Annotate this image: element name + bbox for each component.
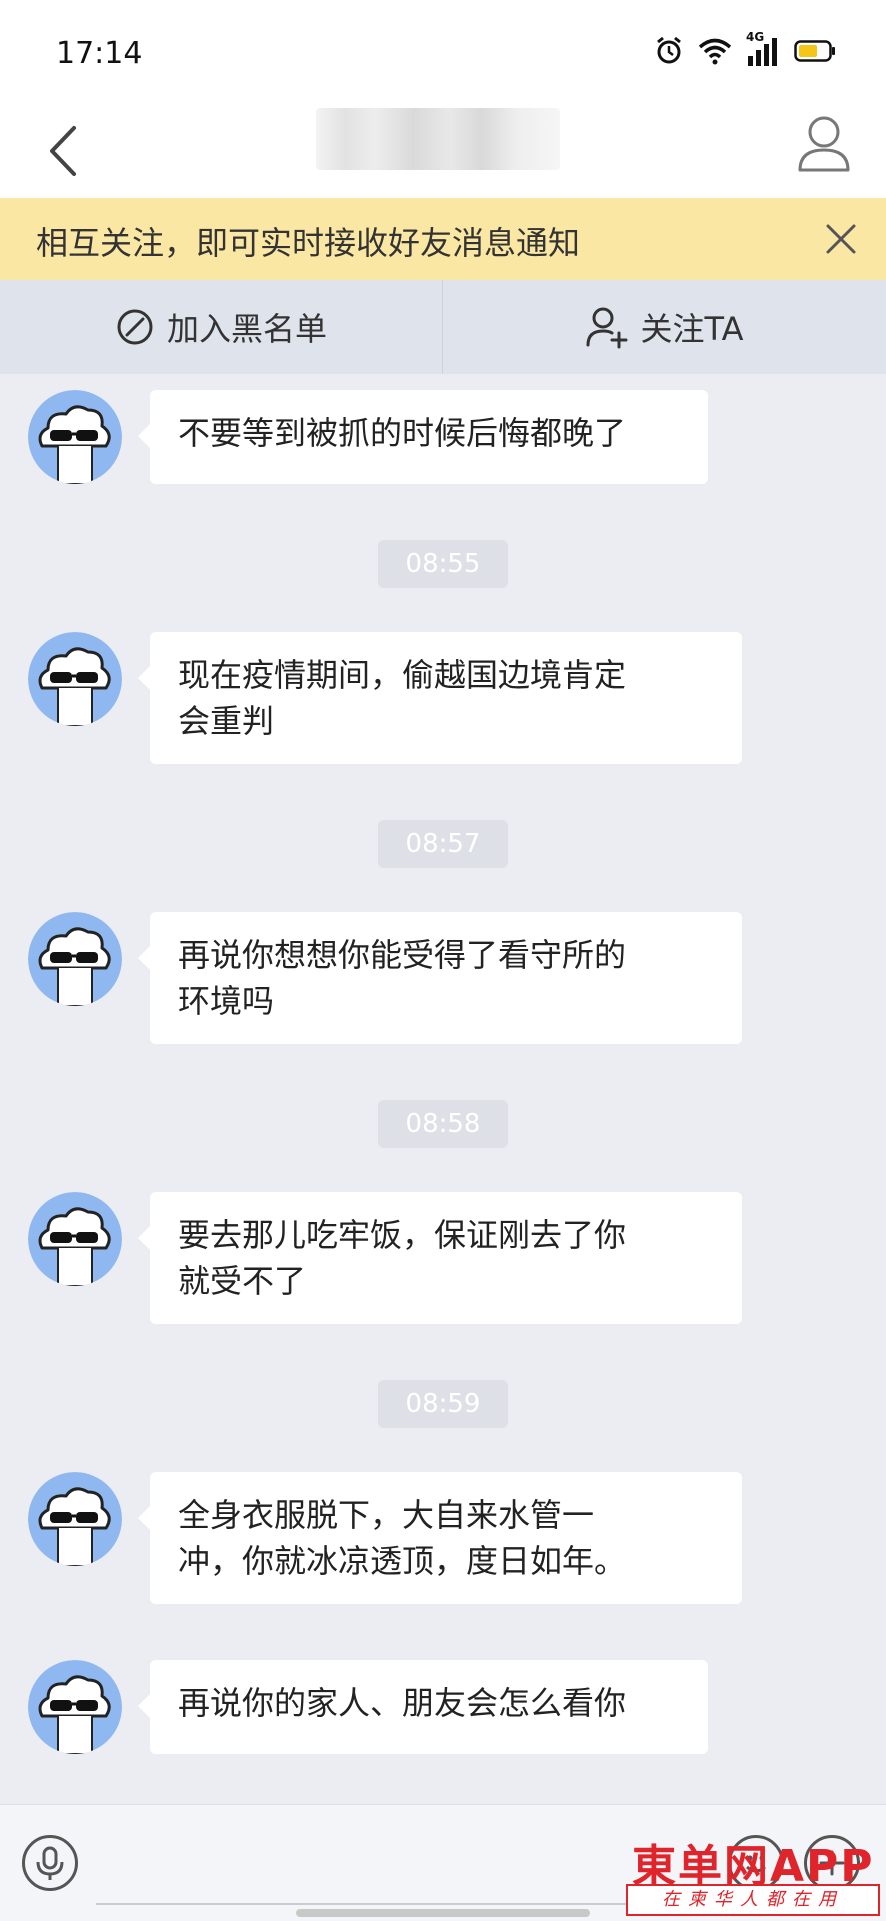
- status-time: 17:14: [56, 36, 143, 71]
- cloud-avatar-icon: [28, 1192, 122, 1286]
- voice-button[interactable]: [22, 1835, 78, 1891]
- timestamp-divider: 08:55: [378, 540, 508, 588]
- battery-icon: [794, 40, 835, 62]
- back-icon: [50, 126, 76, 176]
- cloud-avatar-icon: [28, 912, 122, 1006]
- wifi-icon: [698, 38, 732, 65]
- contact-avatar[interactable]: [28, 912, 122, 1006]
- cloud-avatar-icon: [28, 632, 122, 726]
- contact-avatar[interactable]: [28, 1660, 122, 1754]
- timestamp-divider: 08:57: [378, 820, 508, 868]
- alarm-icon: [657, 36, 681, 64]
- watermark-slogan: 在柬华人都在用: [626, 1884, 880, 1916]
- message-bubble[interactable]: 现在疫情期间，偷越国边境肯定 会重判: [138, 632, 742, 764]
- status-bar: 17:14 4G: [0, 0, 886, 106]
- message-input[interactable]: [96, 1827, 700, 1905]
- chat-header: [0, 106, 886, 198]
- cloud-avatar-icon: [28, 390, 122, 484]
- profile-icon: [798, 116, 850, 172]
- notice-text: 相互关注，即可实时接收好友消息通知: [36, 224, 581, 262]
- follow-label: 关注TA: [640, 310, 744, 348]
- voice-icon: [36, 1846, 64, 1880]
- contact-avatar[interactable]: [28, 632, 122, 726]
- cloud-avatar-icon: [28, 1660, 122, 1754]
- close-icon: [826, 224, 856, 254]
- message-bubble[interactable]: 全身衣服脱下，大自来水管一 冲，你就冰凉透顶，度日如年。: [138, 1472, 742, 1604]
- timestamp-divider: 08:59: [378, 1380, 508, 1428]
- profile-button[interactable]: [794, 110, 854, 176]
- message-bubble[interactable]: 不要等到被抓的时候后悔都晚了: [138, 390, 708, 484]
- watermark-logo: 東单网APP 在柬华人都在用: [626, 1830, 884, 1920]
- contact-name-blurred: [316, 108, 560, 170]
- block-icon: [117, 309, 153, 345]
- contact-actions: 加入黑名单 关注TA: [0, 280, 886, 374]
- blacklist-label: 加入黑名单: [166, 310, 327, 348]
- contact-avatar[interactable]: [28, 1472, 122, 1566]
- cloud-avatar-icon: [28, 1472, 122, 1566]
- home-indicator: [296, 1909, 590, 1917]
- notice-close-button[interactable]: [818, 216, 864, 262]
- add-to-blacklist-button[interactable]: 加入黑名单: [0, 280, 442, 374]
- status-icons: 4G: [654, 30, 836, 66]
- add-user-icon: [586, 307, 628, 349]
- signal-icon: [748, 38, 777, 66]
- message-bubble[interactable]: 再说你的家人、朋友会怎么看你: [138, 1660, 708, 1754]
- follow-button[interactable]: 关注TA: [443, 280, 885, 374]
- message-bubble[interactable]: 要去那儿吃牢饭，保证刚去了你 就受不了: [138, 1192, 742, 1324]
- contact-avatar[interactable]: [28, 390, 122, 484]
- contact-avatar[interactable]: [28, 1192, 122, 1286]
- timestamp-divider: 08:58: [378, 1100, 508, 1148]
- follow-notice-banner: 相互关注，即可实时接收好友消息通知: [0, 198, 886, 280]
- back-button[interactable]: [40, 116, 90, 186]
- message-bubble[interactable]: 再说你想想你能受得了看守所的 环境吗: [138, 912, 742, 1044]
- network-label: 4G: [746, 30, 780, 66]
